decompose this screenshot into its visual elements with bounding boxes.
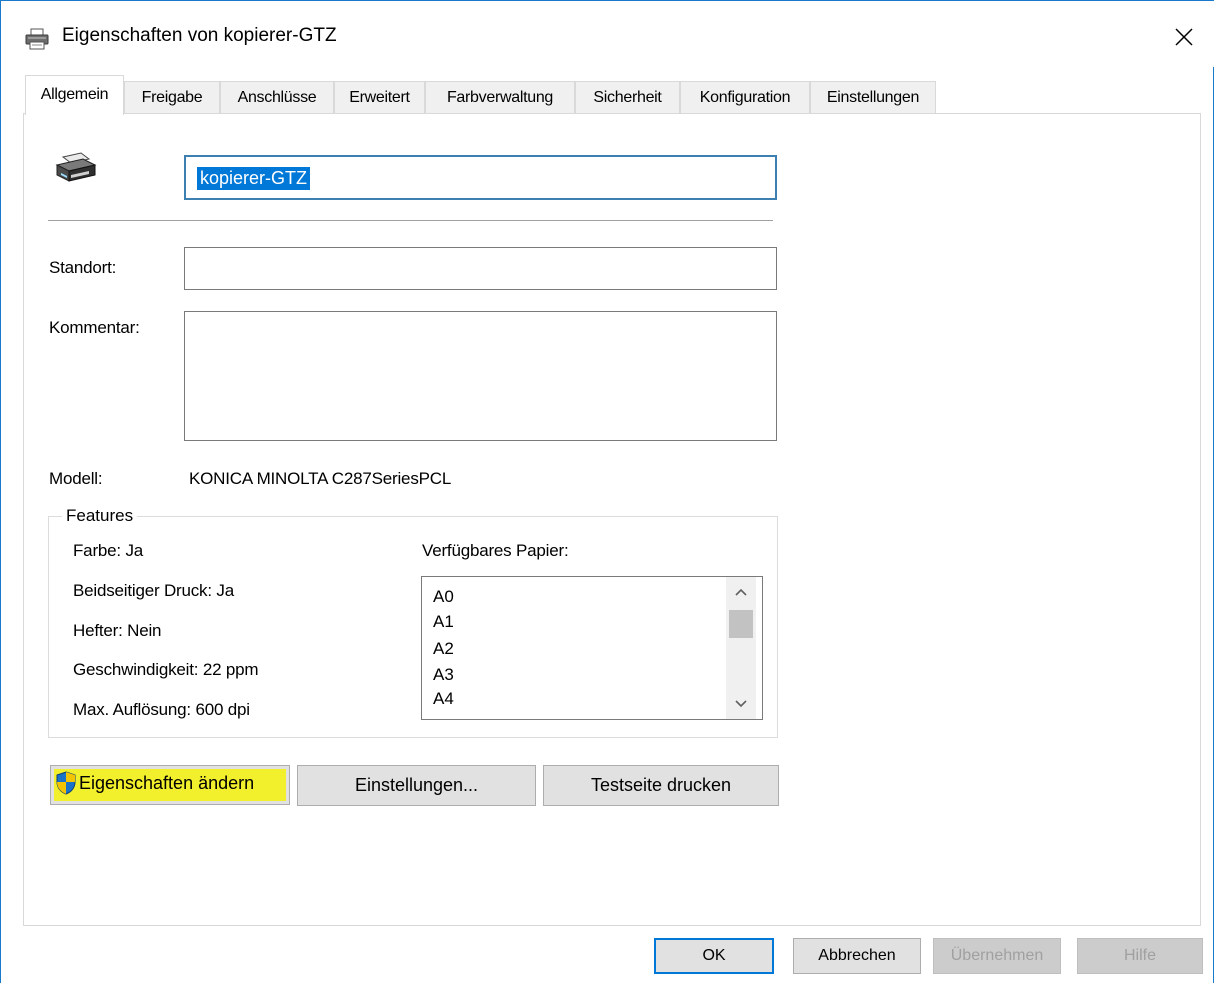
location-label: Standort: (49, 258, 117, 277)
tab-settings[interactable]: Einstellungen (810, 81, 936, 113)
feature-speed: Geschwindigkeit: 22 ppm (73, 660, 259, 679)
tab-configuration[interactable]: Konfiguration (680, 81, 810, 113)
ok-button[interactable]: OK (654, 938, 774, 974)
tab-general[interactable]: Allgemein (25, 75, 124, 115)
tab-color-management[interactable]: Farbverwaltung (425, 81, 575, 113)
tab-ports[interactable]: Anschlüsse (220, 81, 334, 113)
list-item: A0 (433, 587, 454, 606)
chevron-up-icon (735, 588, 747, 596)
feature-resolution: Max. Auflösung: 600 dpi (73, 700, 250, 719)
tab-sharing[interactable]: Freigabe (124, 81, 220, 113)
uac-shield-icon (56, 771, 76, 795)
tab-security[interactable]: Sicherheit (575, 81, 680, 113)
help-button[interactable]: Hilfe (1077, 938, 1203, 974)
cancel-button[interactable]: Abbrechen (793, 938, 921, 974)
printer-large-icon (55, 152, 97, 182)
window-title: Eigenschaften von kopierer-GTZ (62, 25, 337, 46)
close-button[interactable] (1161, 17, 1207, 57)
scroll-down-button[interactable] (726, 689, 756, 719)
available-paper-list[interactable]: A0 A1 A2 A3 A4 (421, 576, 763, 720)
properties-dialog: Eigenschaften von kopierer-GTZ Allgemein… (0, 0, 1214, 983)
settings-button[interactable]: Einstellungen... (297, 765, 536, 806)
scroll-up-button[interactable] (726, 577, 756, 607)
printer-name-value: kopierer-GTZ (197, 167, 311, 190)
apply-button[interactable]: Übernehmen (933, 938, 1061, 974)
change-properties-label: Eigenschaften ändern (79, 772, 255, 793)
comment-textarea[interactable] (184, 311, 777, 441)
feature-color: Farbe: Ja (73, 541, 144, 560)
feature-stapler: Hefter: Nein (73, 621, 162, 640)
change-properties-button[interactable]: Eigenschaften ändern (50, 765, 290, 805)
list-item: A4 (433, 689, 454, 708)
list-item: A2 (433, 639, 454, 658)
comment-label: Kommentar: (49, 318, 140, 337)
feature-duplex: Beidseitiger Druck: Ja (73, 581, 234, 600)
close-icon (1175, 28, 1193, 46)
tab-advanced[interactable]: Erweitert (334, 81, 425, 113)
features-title: Features (62, 506, 138, 526)
model-label: Modell: (49, 469, 103, 488)
model-value: KONICA MINOLTA C287SeriesPCL (189, 469, 452, 488)
paper-list-scrollbar[interactable] (726, 577, 756, 719)
separator (48, 220, 773, 221)
printer-name-input[interactable]: kopierer-GTZ (184, 155, 777, 200)
available-paper-label: Verfügbares Papier: (422, 541, 569, 560)
title-bar: Eigenschaften von kopierer-GTZ (1, 1, 1214, 67)
test-page-button[interactable]: Testseite drucken (543, 765, 779, 806)
location-input[interactable] (184, 247, 777, 290)
printer-icon (25, 28, 49, 50)
chevron-down-icon (735, 700, 747, 708)
scroll-thumb[interactable] (729, 610, 753, 638)
list-item: A3 (433, 665, 454, 684)
list-item: A1 (433, 612, 454, 631)
